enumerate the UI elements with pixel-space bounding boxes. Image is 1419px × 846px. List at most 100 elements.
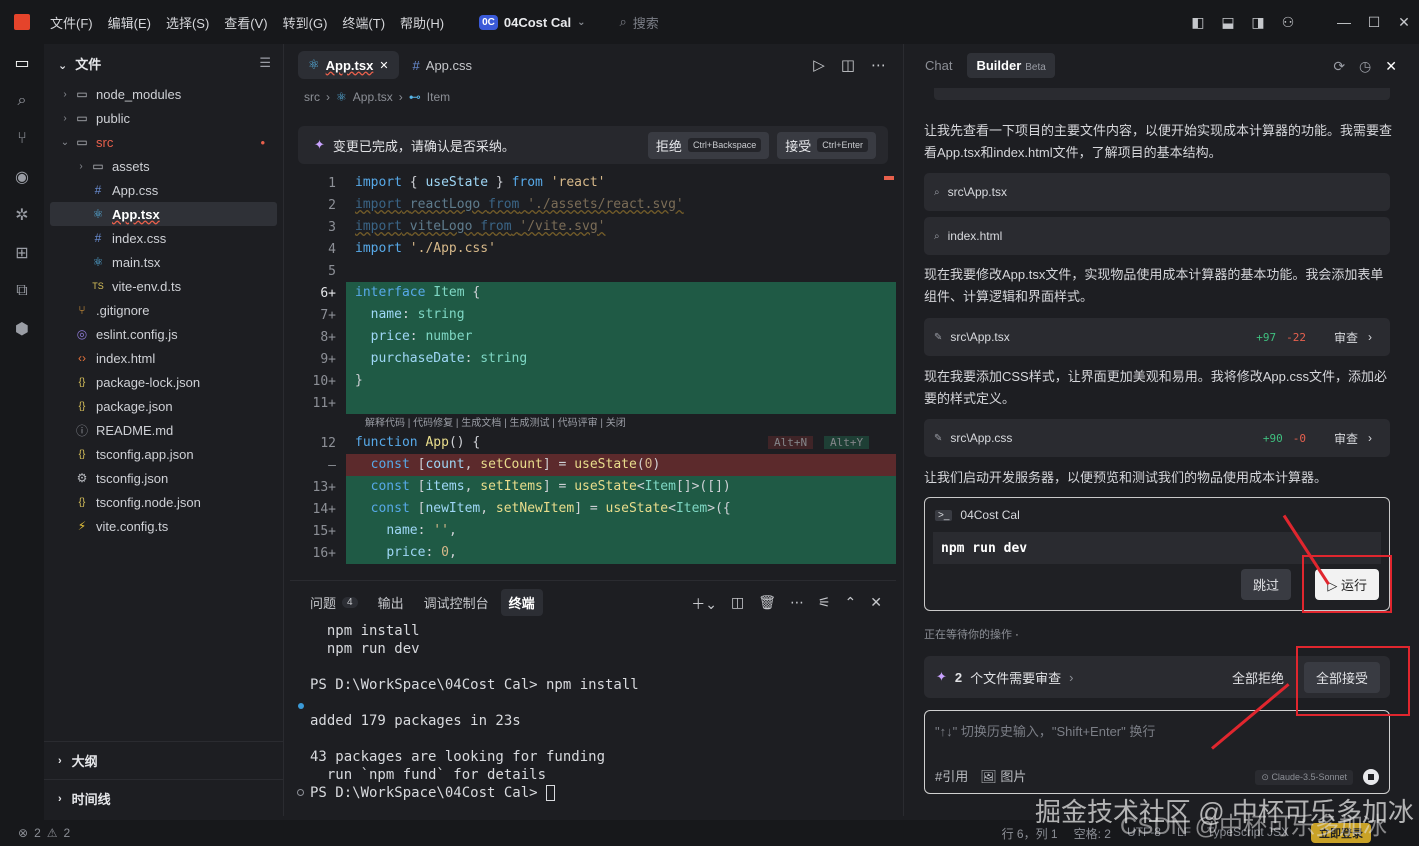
minimize-icon[interactable]: — — [1329, 14, 1359, 30]
skip-button[interactable]: 跳过 — [1240, 569, 1291, 600]
menu-help[interactable]: 帮助(H) — [400, 13, 444, 32]
line-number: 8+ — [320, 329, 336, 345]
remote-icon[interactable]: ⧉ — [0, 272, 44, 310]
menu-terminal[interactable]: 终端(T) — [342, 13, 385, 32]
chat-input[interactable]: "↑↓" 切换历史输入，"Shift+Enter" 换行 #引用 🖼 图片 ⊙ … — [924, 710, 1390, 794]
tree-item[interactable]: {} package-lock.json — [44, 370, 283, 394]
run-icon[interactable]: ▷ — [813, 56, 825, 74]
menu-select[interactable]: 选择(S) — [166, 13, 209, 32]
error-icon[interactable]: ⊗ — [18, 826, 28, 840]
reference-button[interactable]: #引用 — [935, 766, 968, 785]
menu-edit[interactable]: 编辑(E) — [108, 13, 151, 32]
tree-item[interactable]: ⑂ .gitignore — [44, 298, 283, 322]
tree-item[interactable]: ⚡ vite.config.ts — [44, 514, 283, 538]
tree-item[interactable]: › ▭ assets — [44, 154, 283, 178]
explorer-icon[interactable]: ▭ — [0, 44, 44, 82]
review-link[interactable]: 审查 — [1334, 430, 1358, 447]
breadcrumb-file[interactable]: App.tsx — [353, 90, 393, 104]
tab-debug-console[interactable]: 调试控制台 — [416, 589, 497, 616]
tree-item-label: .gitignore — [96, 302, 150, 318]
split-terminal-icon[interactable]: ◫ — [731, 594, 744, 614]
close-icon[interactable]: ✕ — [379, 59, 388, 72]
collapse-all-icon[interactable]: ☰ — [259, 55, 271, 71]
send-button[interactable] — [1363, 769, 1379, 785]
tree-item[interactable]: › ▭ node_modules — [44, 82, 283, 106]
reject-all-button[interactable]: 全部拒绝 — [1232, 668, 1284, 687]
source-control-icon[interactable]: ⑂ — [0, 120, 44, 158]
bug-icon[interactable]: ✲ — [0, 196, 44, 234]
toggle-sidebar-icon[interactable]: ◧ — [1183, 14, 1213, 31]
timeline-section[interactable]: › 时间线 — [44, 779, 284, 817]
tab-builder[interactable]: Builder Beta — [967, 52, 1055, 78]
tab-output[interactable]: 输出 — [370, 589, 412, 616]
search-icon[interactable]: ⌕ — [0, 82, 44, 120]
history-icon[interactable]: ◷ — [1359, 58, 1371, 75]
ai-icon[interactable]: ⬢ — [0, 310, 44, 348]
project-selector[interactable]: 0C 04Cost Cal ⌄ — [479, 14, 585, 30]
tab-problems[interactable]: 问题 4 — [302, 589, 366, 616]
breadcrumb-symbol[interactable]: Item — [427, 90, 450, 104]
settings-icon[interactable]: ⚟ — [818, 594, 831, 614]
tree-item[interactable]: {} package.json — [44, 394, 283, 418]
file-read-card[interactable]: ⌕ index.html — [924, 217, 1390, 255]
explorer-header[interactable]: ⌄ 文件 ☰ — [44, 44, 283, 82]
file-edit-card[interactable]: ✎ src\App.css +90 -0 审查 › — [924, 419, 1390, 457]
account-icon[interactable]: ⚇ — [1273, 14, 1303, 31]
new-session-icon[interactable]: ⟳ — [1333, 58, 1345, 75]
menu-file[interactable]: 文件(F) — [50, 13, 93, 32]
tree-item[interactable]: {} tsconfig.app.json — [44, 442, 283, 466]
tree-item[interactable]: ◎ eslint.config.js — [44, 322, 283, 346]
toggle-panel-icon[interactable]: ⬓ — [1213, 14, 1243, 31]
tab-chat[interactable]: Chat — [916, 53, 961, 78]
add-terminal-icon[interactable]: ＋⌄ — [691, 594, 717, 614]
file-read-card[interactable]: ⌕ src\App.tsx — [924, 173, 1390, 211]
code-lens-hint[interactable]: 解释代码 | 代码修复 | 生成文档 | 生成测试 | 代码评审 | 关闭 — [290, 414, 896, 432]
search-box[interactable]: ⌕ 搜索 — [619, 13, 658, 32]
terminal-output[interactable]: npm install npm run dev PS D:\WorkSpace\… — [290, 623, 896, 803]
more-icon[interactable]: ⋯ — [871, 56, 886, 74]
tree-item[interactable]: ‹› index.html — [44, 346, 283, 370]
terminal-panel: 问题 4 输出 调试控制台 终端 ＋⌄ ◫ 🗑 ⋯ ⚟ ⌃ ✕ npm insta… — [290, 580, 896, 816]
tree-item[interactable]: ⓘ README.md — [44, 418, 283, 442]
tree-item[interactable]: TS vite-env.d.ts — [44, 274, 283, 298]
image-button[interactable]: 🖼 图片 — [980, 766, 1026, 785]
tab-app-css[interactable]: # App.css — [403, 51, 482, 79]
tree-item[interactable]: ⚙ tsconfig.json — [44, 466, 283, 490]
file-edit-card[interactable]: ✎ src\App.tsx +97 -22 审查 › — [924, 318, 1390, 356]
debug-icon[interactable]: ◉ — [0, 158, 44, 196]
tab-app-tsx[interactable]: ⚛ App.tsx ✕ — [298, 51, 399, 79]
close-icon[interactable]: ✕ — [1385, 58, 1397, 75]
menu-goto[interactable]: 转到(G) — [283, 13, 328, 32]
chevron-up-icon[interactable]: ⌃ — [845, 594, 857, 614]
tab-label: 终端 — [508, 595, 535, 611]
trash-icon[interactable]: 🗑 — [758, 594, 776, 614]
tree-item[interactable]: ⚛ main.tsx — [44, 250, 283, 274]
code-editor[interactable]: 1 import { useState } from 'react' 2 impor… — [290, 172, 896, 576]
maximize-icon[interactable]: ☐ — [1359, 14, 1389, 31]
tree-item[interactable]: ⌄ ▭ src • — [44, 130, 283, 154]
reject-button[interactable]: 拒绝 Ctrl+Backspace — [647, 131, 770, 159]
hash-icon: # — [94, 183, 102, 197]
accept-button[interactable]: 接受 Ctrl+Enter — [777, 131, 876, 159]
close-icon[interactable]: ✕ — [870, 594, 882, 614]
tree-item[interactable]: # index.css — [44, 226, 283, 250]
tree-item-label: assets — [112, 158, 150, 174]
toggle-secondary-sidebar-icon[interactable]: ◨ — [1243, 14, 1273, 31]
tree-item[interactable]: {} tsconfig.node.json — [44, 490, 283, 514]
chevron-right-icon: › — [1069, 669, 1074, 685]
warning-icon[interactable]: ⚠ — [47, 826, 58, 840]
split-editor-icon[interactable]: ◫ — [841, 56, 855, 74]
model-selector[interactable]: ⊙ Claude-3.5-Sonnet — [1255, 769, 1353, 785]
extensions-icon[interactable]: ⊞ — [0, 234, 44, 272]
tree-item[interactable]: › ▭ public — [44, 106, 283, 130]
terminal-line: npm install — [310, 623, 420, 639]
menu-view[interactable]: 查看(V) — [224, 13, 267, 32]
review-link[interactable]: 审查 — [1334, 329, 1358, 346]
tree-item[interactable]: ⚛ App.tsx — [50, 202, 277, 226]
close-icon[interactable]: ✕ — [1389, 14, 1419, 31]
tab-terminal[interactable]: 终端 — [500, 588, 543, 616]
breadcrumb-src[interactable]: src — [304, 90, 320, 104]
more-icon[interactable]: ⋯ — [790, 594, 804, 614]
outline-section[interactable]: › 大纲 — [44, 741, 284, 779]
tree-item[interactable]: # App.css — [44, 178, 283, 202]
